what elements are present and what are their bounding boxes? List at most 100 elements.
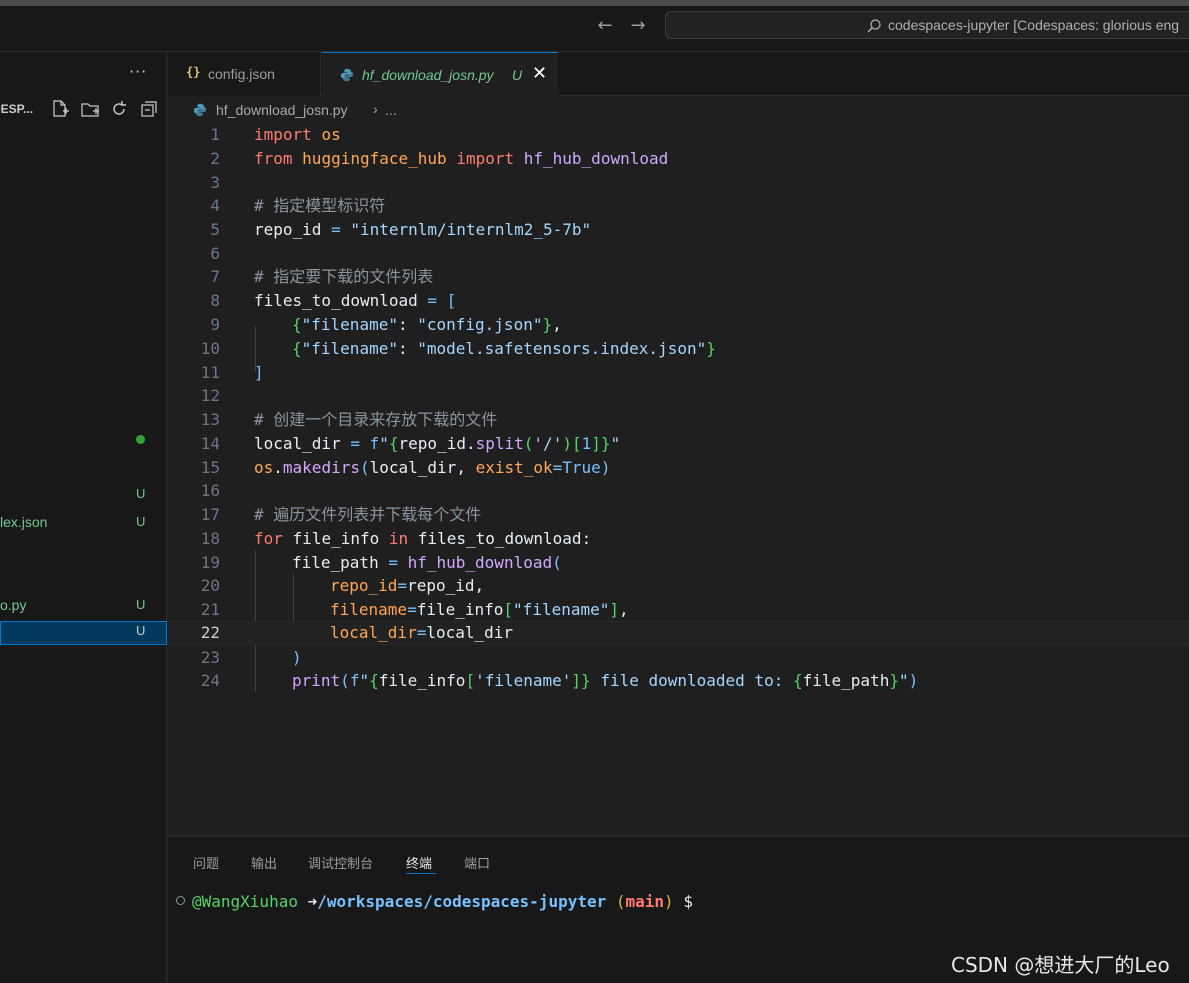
code-line: 3: [168, 171, 1189, 195]
tab-config-json[interactable]: {} config.json: [168, 52, 321, 96]
untracked-badge: U: [136, 486, 146, 501]
editor-tab-bar: {} config.json hf_download_josn.py U ✕: [168, 52, 1189, 96]
line-number: 2: [210, 149, 220, 168]
line-number: 15: [200, 458, 220, 477]
code-line: 12: [168, 384, 1189, 408]
line-number: 3: [210, 173, 220, 192]
tab-hf-download-josn-py[interactable]: hf_download_josn.py U ✕: [322, 52, 558, 96]
terminal-prompt[interactable]: @WangXiuhao ➜/workspaces/codespaces-jupy…: [176, 892, 693, 968]
tab-output[interactable]: 输出: [251, 853, 277, 872]
code-line: 23): [168, 646, 1189, 670]
code-text: import os: [254, 125, 341, 144]
code-comment: # 指定模型标识符: [254, 196, 386, 215]
code-text: ): [292, 648, 302, 667]
code-line: 15 os.makedirs(local_dir, exist_ok=True): [168, 456, 1189, 480]
tab-ports[interactable]: 端口: [464, 853, 490, 872]
breadcrumb-separator: ›: [373, 101, 378, 117]
code-line: 10 {"filename": "model.safetensors.index.…: [168, 337, 1189, 361]
untracked-badge: U: [136, 623, 146, 638]
file-item[interactable]: o.py U: [0, 595, 167, 617]
line-number: 21: [200, 600, 220, 619]
terminal-path: /workspaces/codespaces-jupyter: [317, 892, 607, 911]
code-line: 11]: [168, 361, 1189, 385]
line-number: 17: [200, 505, 220, 524]
code-text: print(f"{file_info['filename']} file dow…: [292, 671, 919, 690]
code-line: 2 from huggingface_hub import hf_hub_down…: [168, 147, 1189, 171]
forward-arrow-icon[interactable]: →: [627, 17, 649, 35]
file-item-name: lex.json: [0, 514, 48, 530]
terminal-prompt-symbol: $: [683, 892, 693, 911]
line-number: 8: [210, 291, 220, 310]
code-text: repo_id=repo_id,: [330, 576, 485, 595]
python-icon: [193, 103, 207, 117]
line-number: 5: [210, 220, 220, 239]
line-number: 6: [210, 244, 220, 263]
csdn-watermark: CSDN @想进大厂的Leo: [951, 953, 1170, 977]
tab-label: hf_download_josn.py: [362, 67, 494, 83]
code-line: 5 repo_id = "internlm/internlm2_5-7b": [168, 218, 1189, 242]
explorer-section-title[interactable]: DESP...: [0, 102, 33, 116]
git-modified-dot: [136, 435, 145, 444]
code-text: {"filename": "config.json"},: [292, 315, 562, 334]
line-number: 14: [200, 434, 220, 453]
code-editor[interactable]: 1 import os 2 from huggingface_hub import …: [168, 122, 1189, 836]
code-comment: # 遍历文件列表并下载每个文件: [254, 505, 482, 524]
line-number: 23: [200, 648, 220, 667]
code-line: 17 # 遍历文件列表并下载每个文件: [168, 503, 1189, 527]
line-number: 7: [210, 267, 220, 286]
code-text: local_dir=local_dir: [330, 623, 514, 642]
code-text: for file_info in files_to_download:: [254, 529, 592, 548]
file-item[interactable]: U: [0, 484, 167, 506]
line-number: 13: [200, 410, 220, 429]
line-number: 9: [210, 315, 220, 334]
code-text: repo_id = "internlm/internlm2_5-7b": [254, 220, 592, 239]
terminal-user: @WangXiuhao: [192, 892, 298, 911]
code-text: from huggingface_hub import hf_hub_downl…: [254, 149, 669, 168]
line-number: 20: [200, 576, 220, 595]
code-line: 9 {"filename": "config.json"},: [168, 313, 1189, 337]
code-line: 16: [168, 479, 1189, 503]
code-text: local_dir = f"{repo_id.split('/')[1]}": [254, 434, 621, 453]
code-line: 1 import os: [168, 123, 1189, 147]
active-tab-indicator: [406, 873, 436, 874]
refresh-icon[interactable]: [109, 99, 129, 119]
breadcrumb-symbols[interactable]: ...: [385, 102, 397, 118]
python-icon: [340, 68, 354, 82]
new-file-icon[interactable]: [50, 99, 70, 119]
close-icon[interactable]: ✕: [532, 63, 547, 84]
terminal-paren: (: [615, 892, 626, 911]
more-actions-icon[interactable]: ···: [129, 62, 147, 81]
line-number: 11: [200, 363, 220, 382]
line-number: 22: [200, 623, 220, 642]
tab-terminal[interactable]: 终端: [406, 853, 432, 872]
file-item-name: o.py: [0, 597, 27, 613]
code-line: 6: [168, 242, 1189, 266]
line-number: 10: [200, 339, 220, 358]
line-number: 4: [210, 196, 220, 215]
untracked-badge: U: [512, 67, 523, 83]
untracked-badge: U: [136, 597, 146, 612]
code-line: 24 print(f"{file_info['filename']} file d…: [168, 669, 1189, 693]
collapse-all-icon[interactable]: [139, 99, 159, 119]
arrow-icon: ➜: [307, 892, 318, 911]
code-line: 20 repo_id=repo_id,: [168, 574, 1189, 598]
file-item[interactable]: lex.json U: [0, 512, 167, 534]
code-line: 21 filename=file_info["filename"],: [168, 598, 1189, 622]
code-text: os.makedirs(local_dir, exist_ok=True): [254, 458, 611, 477]
code-comment: # 指定要下载的文件列表: [254, 267, 434, 286]
terminal-paren: ): [664, 892, 674, 911]
new-folder-icon[interactable]: [80, 99, 100, 119]
command-center-search[interactable]: codespaces-jupyter [Codespaces: glorious…: [665, 11, 1189, 39]
breadcrumb-file[interactable]: hf_download_josn.py: [216, 102, 348, 118]
code-line: 8 files_to_download = [: [168, 289, 1189, 313]
file-item-selected[interactable]: U: [0, 621, 167, 645]
code-line: 4 # 指定模型标识符: [168, 194, 1189, 218]
code-text: {"filename": "model.safetensors.index.js…: [292, 339, 716, 358]
tab-problems[interactable]: 问题: [193, 853, 219, 872]
back-arrow-icon[interactable]: ←: [594, 17, 616, 35]
command-status-icon: [176, 896, 185, 905]
line-number: 19: [200, 553, 220, 572]
untracked-badge: U: [136, 514, 146, 529]
tab-debug-console[interactable]: 调试控制台: [308, 853, 373, 872]
code-text: file_path = hf_hub_download(: [292, 553, 562, 572]
